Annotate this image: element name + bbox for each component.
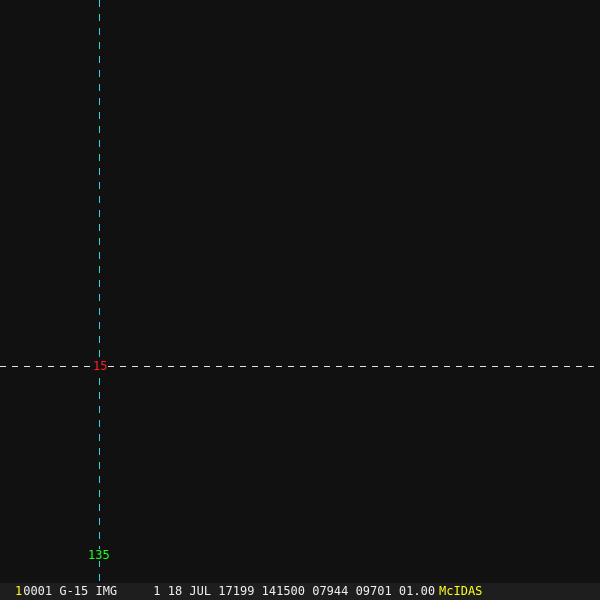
satellite-image-frame: 15 135 1 0001 G-15 IMG 1 18 JUL 17199 141…: [0, 0, 600, 600]
mcidas-brand: McIDAS: [439, 584, 483, 598]
longitude-grid-line: [99, 0, 100, 583]
latitude-label: 15: [92, 359, 109, 373]
status-bar: 1 0001 G-15 IMG 1 18 JUL 17199 141500 079…: [0, 583, 600, 600]
image-info-text: 0001 G-15 IMG 1 18 JUL 17199 141500 0794…: [23, 584, 436, 598]
latitude-grid-line: [0, 366, 600, 367]
longitude-label: 135: [87, 548, 111, 562]
frame-number: 1: [15, 584, 23, 598]
